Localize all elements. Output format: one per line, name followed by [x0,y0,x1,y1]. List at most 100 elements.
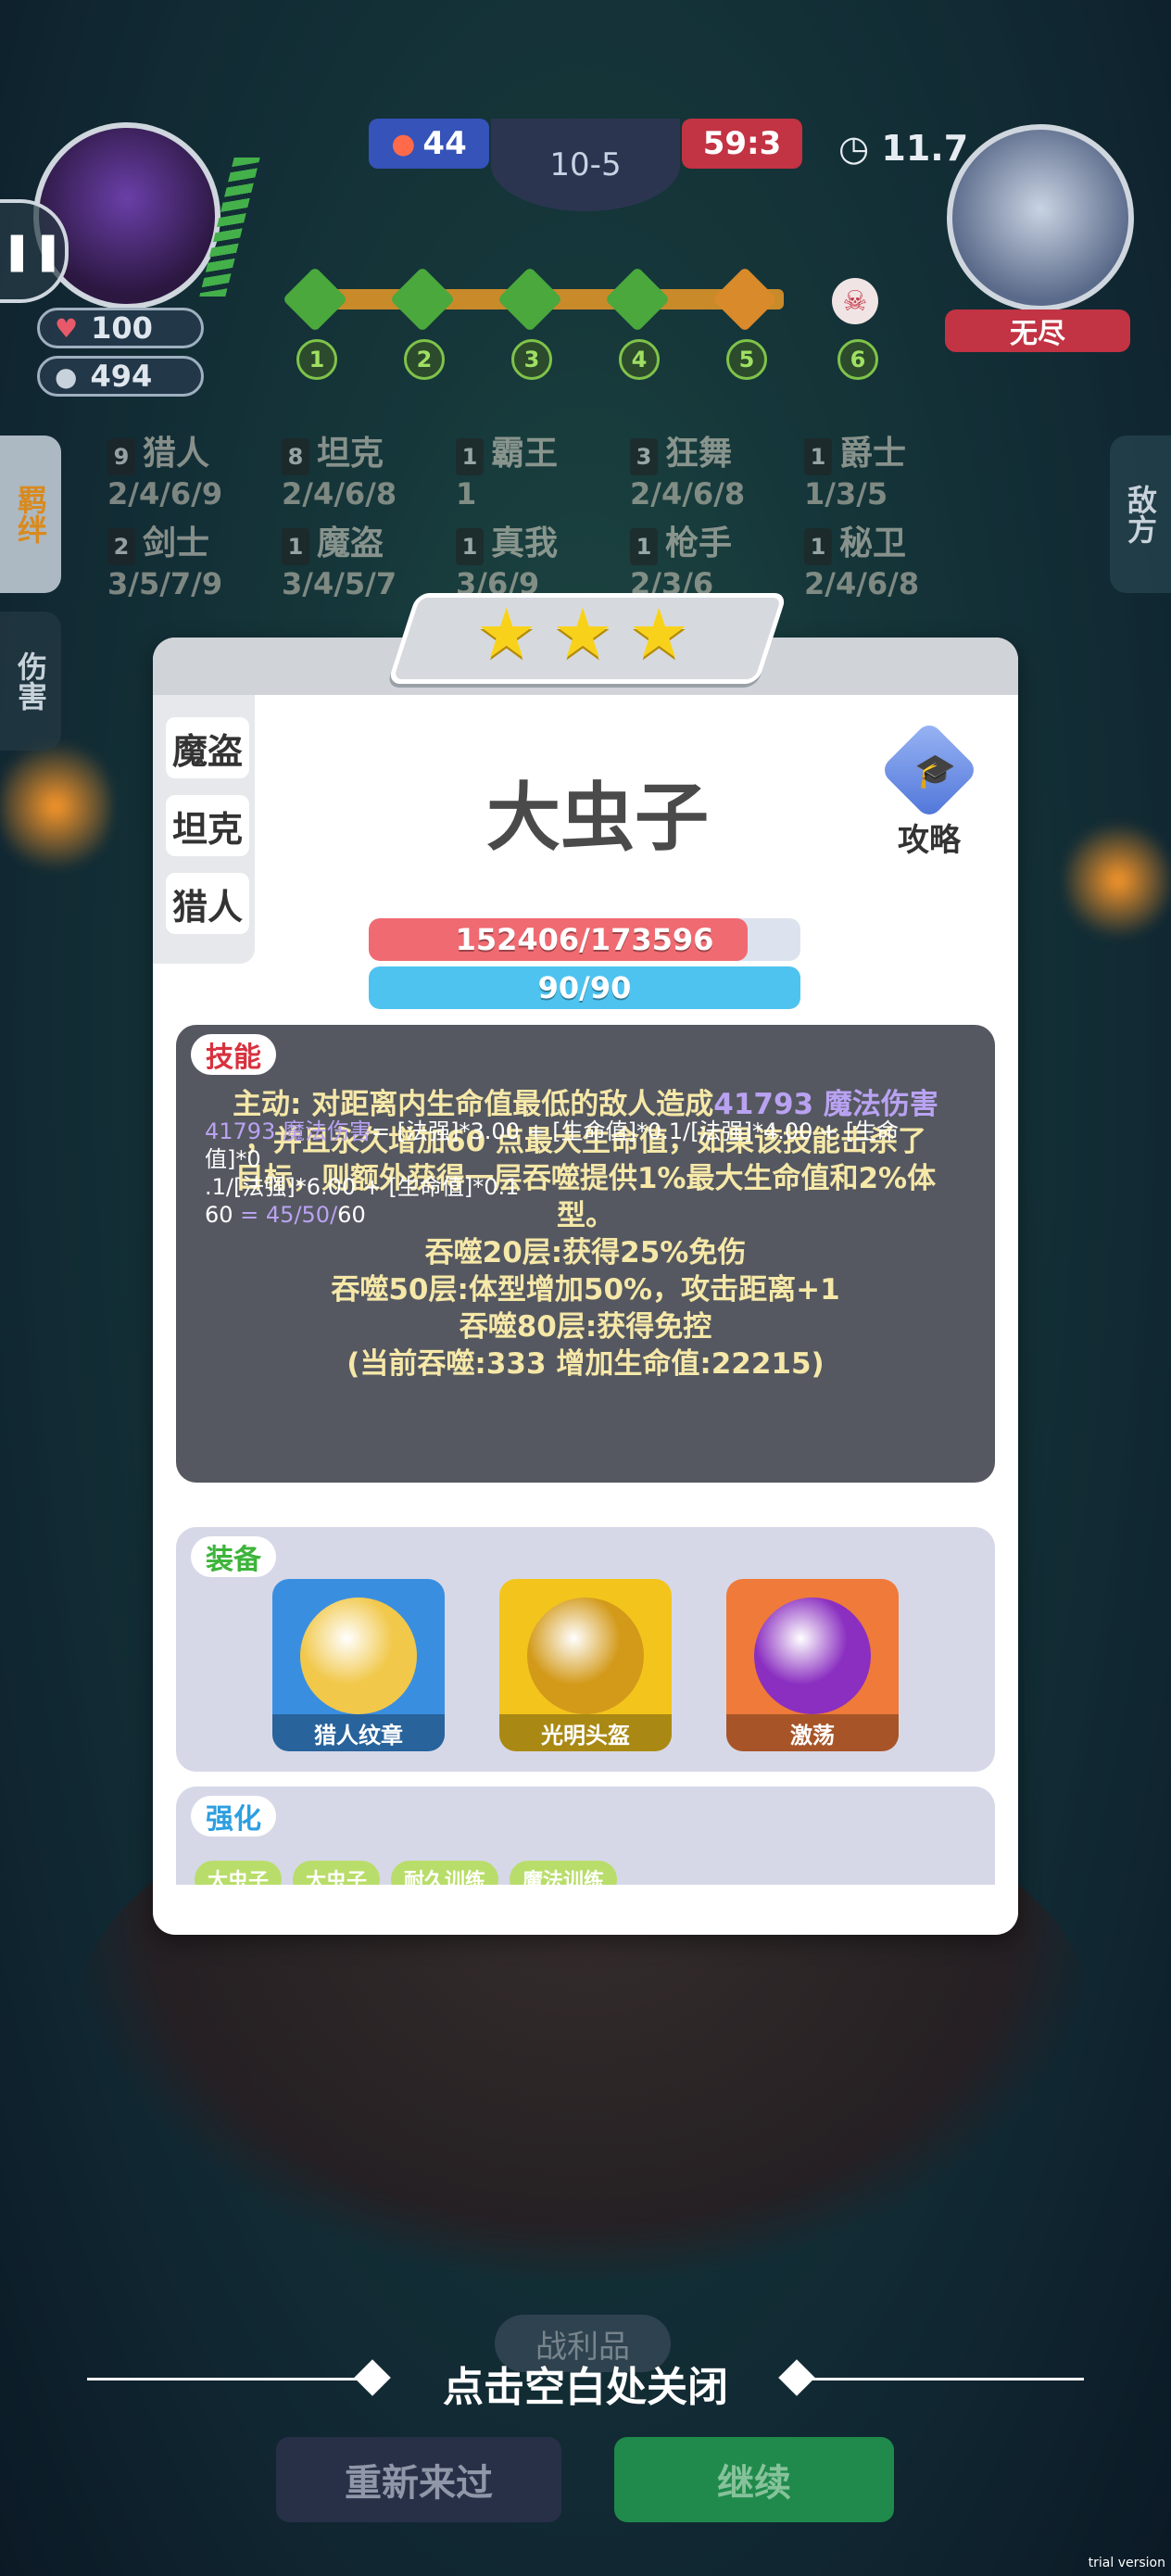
trait-item[interactable]: 1 霸王 1 [456,436,630,512]
graduation-cap-glyph: 🎓 [914,752,956,790]
guide-button[interactable]: 🎓 攻略 [874,720,985,859]
trait-item[interactable]: 8 坦克 2/4/6/8 [282,436,456,512]
trait-item[interactable]: 1 枪手 2/3/6 [630,525,804,602]
enhance-chip[interactable]: 魔法训练 [510,1861,618,1885]
trait-count: 8 [282,438,309,475]
trait-name: 枪手 [665,524,733,562]
enemy-avatar[interactable] [947,124,1134,311]
trait-name: 猎人 [143,435,210,473]
tag-item[interactable]: 猎人 [166,873,249,934]
unit-mana-text: 90/90 [537,970,632,1005]
trait-count: 1 [456,438,484,475]
restart-button[interactable]: 重新来过 [276,2437,561,2522]
trait-name: 剑士 [143,524,210,562]
formula-line: 60 [205,1202,233,1228]
unit-mana-bar: 90/90 [369,966,800,1009]
trait-name: 秘卫 [839,524,907,562]
skill-line: 吞噬20层:获得25%免伤 [424,1236,747,1269]
equipment-name: 激荡 [726,1714,899,1751]
stage-number: 1 [296,339,337,380]
equipment-slot[interactable]: 猎人纹章 [272,1579,445,1751]
round-indicator: 10-5 [491,119,680,211]
round-timer: ◷ 11.7 [838,128,968,169]
clock-icon: ◷ [838,128,870,169]
stage-number: 5 [726,339,767,380]
trait-name: 魔盗 [317,524,384,562]
trait-name: 霸王 [491,435,559,473]
star-icon: ★ [551,594,614,674]
player-hp-value: 100 [91,310,153,346]
continue-button[interactable]: 继续 [614,2437,894,2522]
enhance-chip-list: 大虫子 大虫子 耐久训练 魔法训练 [195,1861,618,1885]
background-fire-glow [1065,815,1171,945]
skill-line: 吞噬80层:获得免控 [459,1310,712,1344]
trait-name: 坦克 [317,435,384,473]
equipment-label: 装备 [191,1536,276,1577]
trait-count: 9 [107,438,135,475]
trait-levels: 2/4/6/9 [107,476,223,511]
blue-score-value: 44 [422,125,467,162]
player-gold-value: 494 [90,359,153,394]
equipment-name: 光明头盔 [499,1714,672,1751]
helmet-icon [527,1597,644,1714]
enhance-chip[interactable]: 大虫子 [293,1861,381,1885]
tag-item[interactable]: 坦克 [166,795,249,856]
background-fire-glow [0,732,111,880]
trait-item[interactable]: 3 狂舞 2/4/6/8 [630,436,804,512]
trait-item[interactable]: 1 真我 3/6/9 [456,525,630,602]
player-avatar[interactable] [33,122,220,309]
equipment-slot[interactable]: 光明头盔 [499,1579,672,1751]
stage-number: 6 [837,339,878,380]
orb-icon [754,1597,871,1714]
trait-count: 3 [630,438,658,475]
trait-levels: 1/3/5 [804,476,888,511]
tab-enemy[interactable]: 敌方 [1110,436,1171,593]
trait-count: 1 [456,528,484,565]
enhance-chip[interactable]: 大虫子 [195,1861,283,1885]
enhance-label: 强化 [191,1796,276,1837]
trait-item[interactable]: 2 剑士 3/5/7/9 [107,525,282,602]
trait-count: 1 [804,438,832,475]
formula-line: 60 [337,1202,366,1228]
trait-name: 狂舞 [665,435,733,473]
trait-name: 爵士 [839,435,907,473]
trait-item[interactable]: 1 秘卫 2/4/6/8 [804,525,978,602]
skill-line: (当前吞噬:333 增加生命值:22215) [346,1347,825,1381]
red-score: 59:3 [682,119,802,169]
star-icon: ★ [628,594,690,674]
enhance-chip[interactable]: 耐久训练 [391,1861,499,1885]
stage-number: 2 [404,339,445,380]
guide-label: 攻略 [898,822,961,859]
tab-bond[interactable]: 羁绊 [0,436,61,593]
skull-icon: ☠ [832,278,878,324]
coin-icon: ● [55,360,78,392]
trait-levels: 1 [456,476,477,511]
blue-score: ● 44 [369,119,489,169]
formula-line: .1/[法强]*6.00 + [生命值]*0.1 [205,1174,520,1200]
formula-highlight: = 45/50/ [233,1202,338,1228]
tag-item[interactable]: 魔盗 [166,717,249,778]
trait-item[interactable]: 9 猎人 2/4/6/9 [107,436,282,512]
enhance-panel: 强化 大虫子 大虫子 耐久训练 魔法训练 [176,1787,995,1885]
enemy-name: 无尽 [945,309,1130,352]
unit-name: 大虫子 [486,775,709,861]
hunter-emblem-icon [300,1597,417,1714]
stage-number: 4 [619,339,660,380]
trait-count: 1 [804,528,832,565]
skill-damage-value: 41793 魔法伤害 [713,1088,938,1121]
formula-highlight: 41793 魔法伤害 [205,1118,371,1144]
equipment-panel: 装备 猎人纹章 光明头盔 激荡 [176,1527,995,1772]
trait-levels: 2/4/6/8 [282,476,397,511]
trait-list: 9 猎人 2/4/6/9 8 坦克 2/4/6/8 1 霸王 1 3 狂舞 2/4/6/8 1 爵士 1/3… [107,436,941,602]
tab-damage[interactable]: 伤害 [0,612,61,751]
equipment-name: 猎人纹章 [272,1714,445,1751]
flame-icon: ● [391,127,416,160]
close-hint[interactable]: 点击空白处关闭 [0,2354,1171,2413]
trait-count: 1 [630,528,658,565]
unit-hp-text: 152406/173596 [455,922,714,957]
skill-formula: 41793 魔法伤害= [法强]*3.00 + [生命值]*0.1/[法强]*4… [205,1118,927,1229]
trait-item[interactable]: 1 魔盗 3/4/5/7 [282,525,456,602]
trait-item[interactable]: 1 爵士 1/3/5 [804,436,978,512]
equipment-slot[interactable]: 激荡 [726,1579,899,1751]
skill-label: 技能 [191,1034,276,1075]
